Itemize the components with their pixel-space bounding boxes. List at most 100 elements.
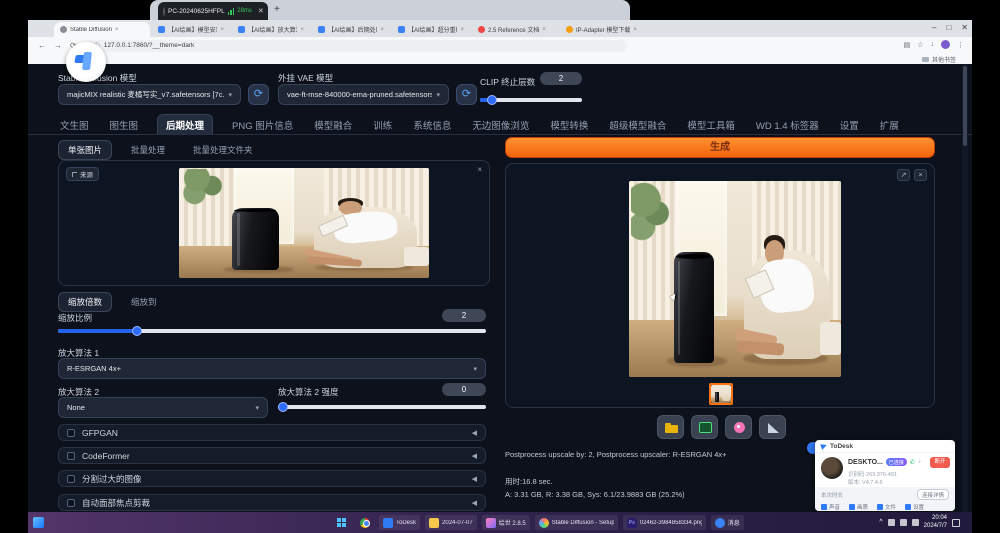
back-icon[interactable]: ← <box>38 41 46 50</box>
tab-extras-active[interactable]: 后期处理 <box>157 114 213 135</box>
download-icon[interactable]: ↓ <box>931 41 935 48</box>
address-bar[interactable]: ⓘ 127.0.0.1:7860/?__theme=dark <box>87 40 627 52</box>
scale-value[interactable]: 2 <box>442 309 486 322</box>
source-image-dropzone[interactable]: 来源 × <box>58 160 490 286</box>
collapse-arrow-icon[interactable]: ◀ <box>472 452 477 460</box>
upscaler2-dropdown[interactable]: None ▾ <box>58 397 268 418</box>
bookmark-star-icon[interactable]: ☆ <box>917 41 923 49</box>
tab-checkpoint-merger[interactable]: 模型融合 <box>312 115 354 135</box>
open-folder-button[interactable] <box>657 415 684 439</box>
start-button[interactable] <box>333 515 351 530</box>
tab-image-browser[interactable]: 无边图像浏览 <box>470 115 531 135</box>
taskbar-folder[interactable]: 2024-07-07 <box>425 515 477 530</box>
generate-button[interactable]: 生成 <box>505 137 935 158</box>
upscaler2-strength-handle[interactable] <box>278 402 288 412</box>
tab-super-merger[interactable]: 超级模型融合 <box>607 115 668 135</box>
upscaler2-strength-slider[interactable] <box>278 405 486 409</box>
todesk-file-button[interactable]: 文件 <box>877 503 896 511</box>
taskbar-photoshop-file[interactable]: Ps02462-3984858334.png <box>623 515 706 530</box>
save-image-button[interactable] <box>691 415 718 439</box>
subtab-single-image[interactable]: 单张图片 <box>58 140 112 160</box>
tab-model-toolkit[interactable]: 模型工具箱 <box>685 115 737 135</box>
taskbar-messages[interactable]: 消息 <box>711 515 744 530</box>
other-bookmarks-button[interactable]: 其他书签 <box>922 55 956 64</box>
tab-scale-to[interactable]: 缩放到 <box>122 293 166 311</box>
browser-tab[interactable]: 【AI绘画】模型安装与使用教程 - 哔哩哔哩 × <box>152 22 230 37</box>
extensions-icon[interactable]: ▤ <box>904 41 911 49</box>
codeformer-checkbox[interactable] <box>67 452 75 460</box>
remote-session-tab[interactable]: PC-20240625HFPL 28ms ✕ <box>158 2 268 20</box>
mic-icon[interactable]: ♪ <box>918 459 921 465</box>
collapse-arrow-icon[interactable]: ◀ <box>472 499 477 507</box>
taskbar-todesk[interactable]: ToDesk <box>379 515 420 530</box>
accordion-split-oversize[interactable]: 分割过大的图像 ◀ <box>58 470 486 487</box>
auto-face-crop-checkbox[interactable] <box>67 499 75 507</box>
browser-menu-icon[interactable]: ⋮ <box>957 41 964 49</box>
tab-close-icon[interactable]: × <box>115 27 119 33</box>
tab-close-icon[interactable]: × <box>542 27 546 33</box>
collapse-arrow-icon[interactable]: ◀ <box>472 429 477 437</box>
vae-dropdown[interactable]: vae-ft-mse-840000-ema-pruned.safetensors… <box>278 84 449 105</box>
subtab-batch-process[interactable]: 批量处理 <box>122 141 174 159</box>
page-scrollbar[interactable] <box>962 64 968 512</box>
browser-tab[interactable]: 【AI绘画】后期处理高清放大 - 哔哩哔哩 × <box>312 22 390 37</box>
close-window-icon[interactable]: ✕ <box>961 23 968 32</box>
todesk-detail-button[interactable]: 连接详情 <box>917 489 949 500</box>
tab-model-converter[interactable]: 模型转换 <box>548 115 590 135</box>
voice-call-icon[interactable]: ✆ <box>910 459 915 466</box>
send-to-extras-button[interactable] <box>759 415 786 439</box>
upscaler1-dropdown[interactable]: R-ESRGAN 4x+ ▾ <box>58 358 486 379</box>
notification-center-icon[interactable] <box>952 519 960 527</box>
remote-new-tab-button[interactable]: + <box>274 4 280 15</box>
network-icon[interactable] <box>888 519 895 526</box>
tab-close-icon[interactable]: × <box>300 27 304 33</box>
clear-image-icon[interactable]: × <box>477 165 482 174</box>
gallery-thumbnail[interactable] <box>709 383 733 405</box>
clip-skip-slider-handle[interactable] <box>487 95 497 105</box>
clip-skip-slider[interactable] <box>480 98 582 102</box>
browser-tab[interactable]: 2.5 Reference 文档 × <box>472 22 558 37</box>
accordion-gfpgan[interactable]: GFPGAN ◀ <box>58 424 486 441</box>
tab-wd14-tagger[interactable]: WD 1.4 标签器 <box>754 115 821 135</box>
fullscreen-icon[interactable]: ↗ <box>897 169 910 181</box>
browser-tab[interactable]: IP-Adapter 模型下载 × <box>560 22 656 37</box>
tab-train[interactable]: 训练 <box>371 115 394 135</box>
launcher-floating-ball[interactable] <box>66 42 106 82</box>
subtab-batch-from-dir[interactable]: 批量处理文件夹 <box>184 141 262 159</box>
volume-icon[interactable] <box>900 519 907 526</box>
scale-slider[interactable] <box>58 329 486 333</box>
maximize-icon[interactable]: □ <box>946 23 951 32</box>
checkpoint-refresh-button[interactable]: ⟳ <box>248 84 269 105</box>
browser-tab[interactable]: 【AI绘画】放大算法对比教程 - 哔哩哔哩 × <box>232 22 310 37</box>
clip-skip-value[interactable]: 2 <box>540 72 582 85</box>
tab-txt2img[interactable]: 文生图 <box>58 115 91 135</box>
tab-settings[interactable]: 设置 <box>838 115 861 135</box>
tray-expand-icon[interactable]: ^ <box>879 519 882 526</box>
gfpgan-checkbox[interactable] <box>67 429 75 437</box>
forward-icon[interactable]: → <box>54 41 62 50</box>
split-oversize-checkbox[interactable] <box>67 475 75 483</box>
taskbar-sd-console[interactable]: Stable Diffusion - Setup <box>535 515 618 530</box>
tab-scale-by[interactable]: 缩放倍数 <box>58 292 112 312</box>
tab-close-icon[interactable]: × <box>380 27 384 33</box>
scale-slider-handle[interactable] <box>132 326 142 336</box>
remote-tab-close-icon[interactable]: ✕ <box>258 7 264 15</box>
accordion-codeformer[interactable]: CodeFormer ◀ <box>58 447 486 464</box>
tab-close-icon[interactable]: × <box>220 27 224 33</box>
tab-close-icon[interactable]: × <box>460 27 464 33</box>
tab-extensions[interactable]: 扩展 <box>878 115 901 135</box>
accordion-auto-face-crop[interactable]: 自动面部焦点剪裁 ◀ <box>58 494 486 511</box>
upscaler2-strength-value[interactable]: 0 <box>442 383 486 396</box>
send-to-img2img-button[interactable] <box>725 415 752 439</box>
close-gallery-icon[interactable]: × <box>914 169 927 181</box>
result-image[interactable]: ► <box>629 181 841 377</box>
scrollbar-thumb[interactable] <box>963 66 967 146</box>
todesk-quality-button[interactable]: 画质 <box>849 503 868 511</box>
todesk-sound-button[interactable]: 声音 <box>821 503 840 511</box>
browser-tab-active[interactable]: Stable Diffusion × <box>54 22 150 37</box>
tab-png-info[interactable]: PNG 图片信息 <box>230 115 295 135</box>
browser-tab[interactable]: 【AI绘画】超分重绘实战 - 哔哩哔哩 × <box>392 22 470 37</box>
profile-avatar[interactable] <box>941 40 950 49</box>
checkpoint-dropdown[interactable]: majicMIX realistic 麦橘写实_v7.safetensors [… <box>58 84 241 105</box>
taskbar-clock[interactable]: 20:04 2024/7/7 <box>924 515 947 531</box>
